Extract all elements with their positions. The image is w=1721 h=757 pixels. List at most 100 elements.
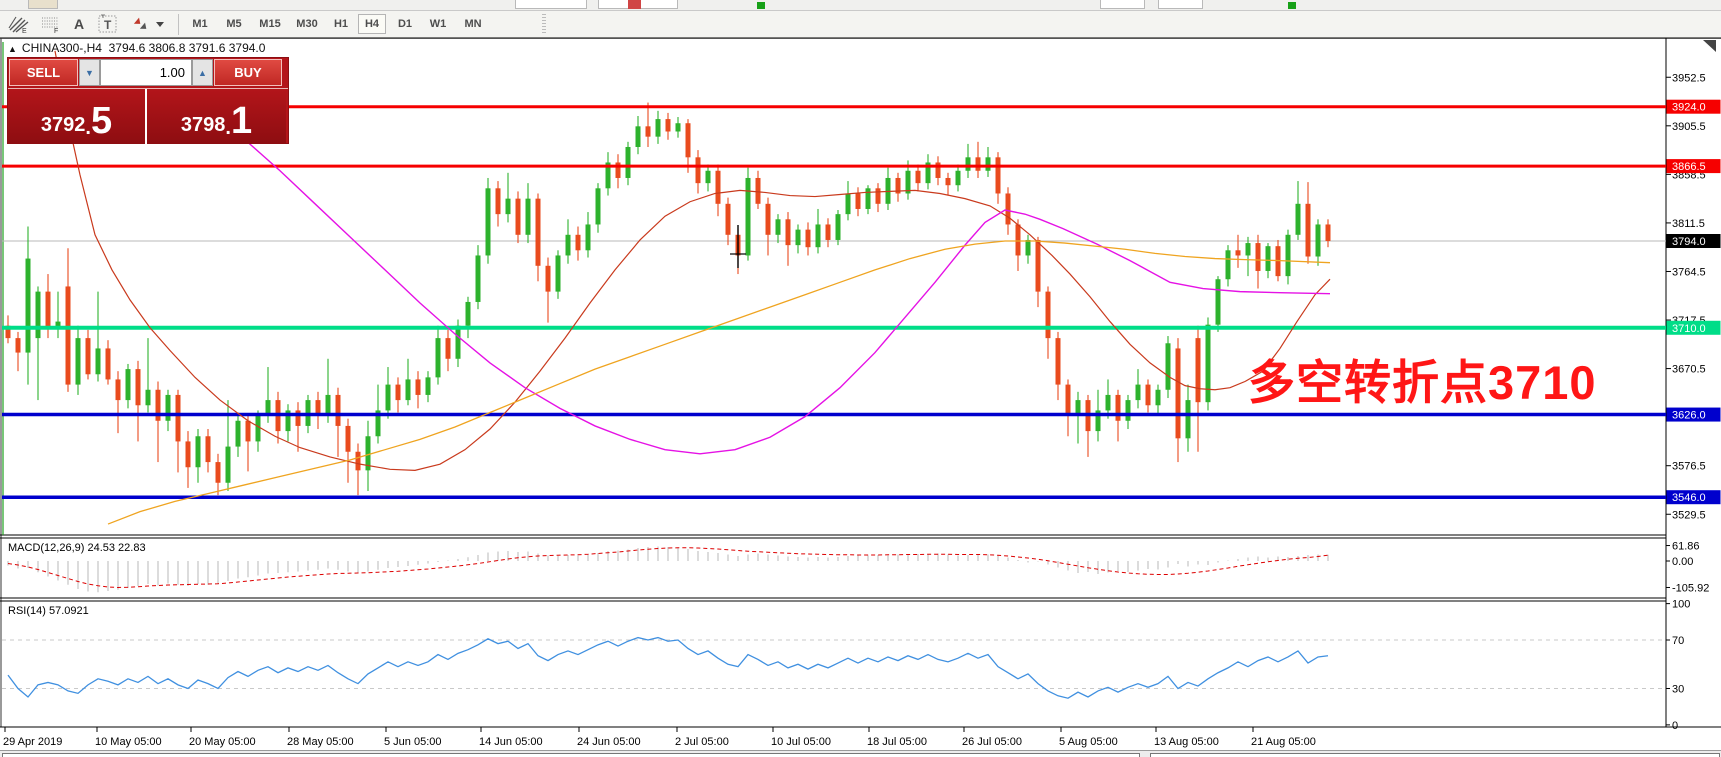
macd-axis-label: 0.00 <box>1672 556 1693 568</box>
candle-body <box>426 377 431 395</box>
candle-body <box>1106 395 1111 410</box>
candle-body <box>756 178 761 204</box>
candle-body <box>1056 338 1061 384</box>
candle-body <box>1186 400 1191 438</box>
candle-body <box>1006 193 1011 224</box>
date-label[interactable]: 28 May 05:00 <box>287 736 354 748</box>
candle-body <box>686 123 691 157</box>
candle-body <box>46 292 51 328</box>
candle-body <box>726 204 731 235</box>
candle-body <box>436 338 441 377</box>
candle-body <box>166 395 171 421</box>
buy-button[interactable]: BUY <box>214 59 282 86</box>
volume-input[interactable] <box>100 59 192 86</box>
candle-body <box>546 266 551 292</box>
candle-body <box>356 452 361 471</box>
candle-body <box>1176 348 1181 438</box>
candle-body <box>1166 343 1171 389</box>
candle-body <box>1246 243 1251 255</box>
date-label[interactable]: 14 Jun 05:00 <box>479 736 543 748</box>
candle-body <box>1256 243 1261 271</box>
ma-orange-line <box>108 241 1330 524</box>
candle-body <box>1026 240 1031 255</box>
date-label[interactable]: 21 Aug 05:00 <box>1251 736 1316 748</box>
date-label[interactable]: 10 Jul 05:00 <box>771 736 831 748</box>
candle-body <box>326 395 331 416</box>
candle-body <box>66 286 71 384</box>
rsi-axis-label: 30 <box>1672 684 1684 696</box>
price-badge-label: 3710.0 <box>1672 323 1706 335</box>
sell-price[interactable]: 3792.5 <box>8 89 147 144</box>
candle-body <box>656 119 661 137</box>
candle-body <box>346 426 351 452</box>
candle-body <box>96 348 101 374</box>
candle-body <box>76 338 81 384</box>
candle-body <box>226 447 231 483</box>
rsi-line <box>8 638 1328 699</box>
candle-body <box>1136 385 1141 400</box>
rsi-axis-label: 0 <box>1672 720 1678 732</box>
mt4-window: E F A T <box>0 0 1721 757</box>
candle-body <box>336 395 341 426</box>
chart-symbol-period: CHINA300-,H4 <box>22 41 102 55</box>
candle-body <box>816 224 821 247</box>
candle-body <box>746 178 751 255</box>
candle-body <box>246 421 251 442</box>
candle-body <box>566 235 571 256</box>
date-label[interactable]: 18 Jul 05:00 <box>867 736 927 748</box>
candle-body <box>1036 240 1041 292</box>
candle-body <box>126 369 131 400</box>
candle-body <box>406 379 411 400</box>
candle-body <box>116 379 121 400</box>
candle-body <box>876 188 881 203</box>
candle-body <box>666 119 671 131</box>
price-tick-label: 3764.5 <box>1672 266 1706 278</box>
date-label[interactable]: 10 May 05:00 <box>95 736 162 748</box>
candle-body <box>636 126 641 147</box>
candle-body <box>36 292 41 338</box>
candle-body <box>1226 250 1231 279</box>
candle-body <box>206 436 211 462</box>
candle-body <box>186 441 191 467</box>
bottom-inset-box <box>1150 753 1720 757</box>
candle-body <box>16 338 21 352</box>
price-badge-label: 3794.0 <box>1672 236 1706 248</box>
candle-body <box>646 126 651 136</box>
candle-body <box>576 235 581 250</box>
price-tick-label: 3529.5 <box>1672 509 1706 521</box>
candle-body <box>1206 325 1211 402</box>
candle-body <box>676 123 681 131</box>
candle-body <box>1316 224 1321 256</box>
price-badge-label: 3924.0 <box>1672 102 1706 114</box>
candle-body <box>706 171 711 183</box>
volume-decrease-button[interactable]: ▼ <box>79 59 100 86</box>
date-label[interactable]: 2 Jul 05:00 <box>675 736 729 748</box>
collapse-arrow-icon[interactable]: ▲ <box>8 44 17 54</box>
candle-body <box>236 421 241 447</box>
buy-price[interactable]: 3798.1 <box>147 89 286 144</box>
candle-body <box>716 171 721 204</box>
sell-button[interactable]: SELL <box>9 59 78 86</box>
date-label[interactable]: 24 Jun 05:00 <box>577 736 641 748</box>
candle-body <box>1196 338 1201 402</box>
date-label[interactable]: 29 Apr 2019 <box>3 736 62 748</box>
candle-body <box>106 348 111 379</box>
candle-body <box>1156 390 1161 405</box>
bottom-strip <box>0 750 1721 757</box>
date-label[interactable]: 5 Aug 05:00 <box>1059 736 1118 748</box>
date-label[interactable]: 13 Aug 05:00 <box>1154 736 1219 748</box>
date-label[interactable]: 5 Jun 05:00 <box>384 736 442 748</box>
candle-body <box>466 302 471 326</box>
candle-body <box>556 255 561 291</box>
candle-body <box>776 219 781 234</box>
candle-body <box>486 188 491 255</box>
candle-body <box>456 326 461 359</box>
volume-increase-button[interactable]: ▲ <box>192 59 213 86</box>
candle-body <box>626 147 631 178</box>
candle-body <box>1306 204 1311 257</box>
candle-body <box>516 199 521 235</box>
date-label[interactable]: 20 May 05:00 <box>189 736 256 748</box>
date-label[interactable]: 26 Jul 05:00 <box>962 736 1022 748</box>
candle-body <box>596 188 601 224</box>
candle-body <box>1066 385 1071 416</box>
